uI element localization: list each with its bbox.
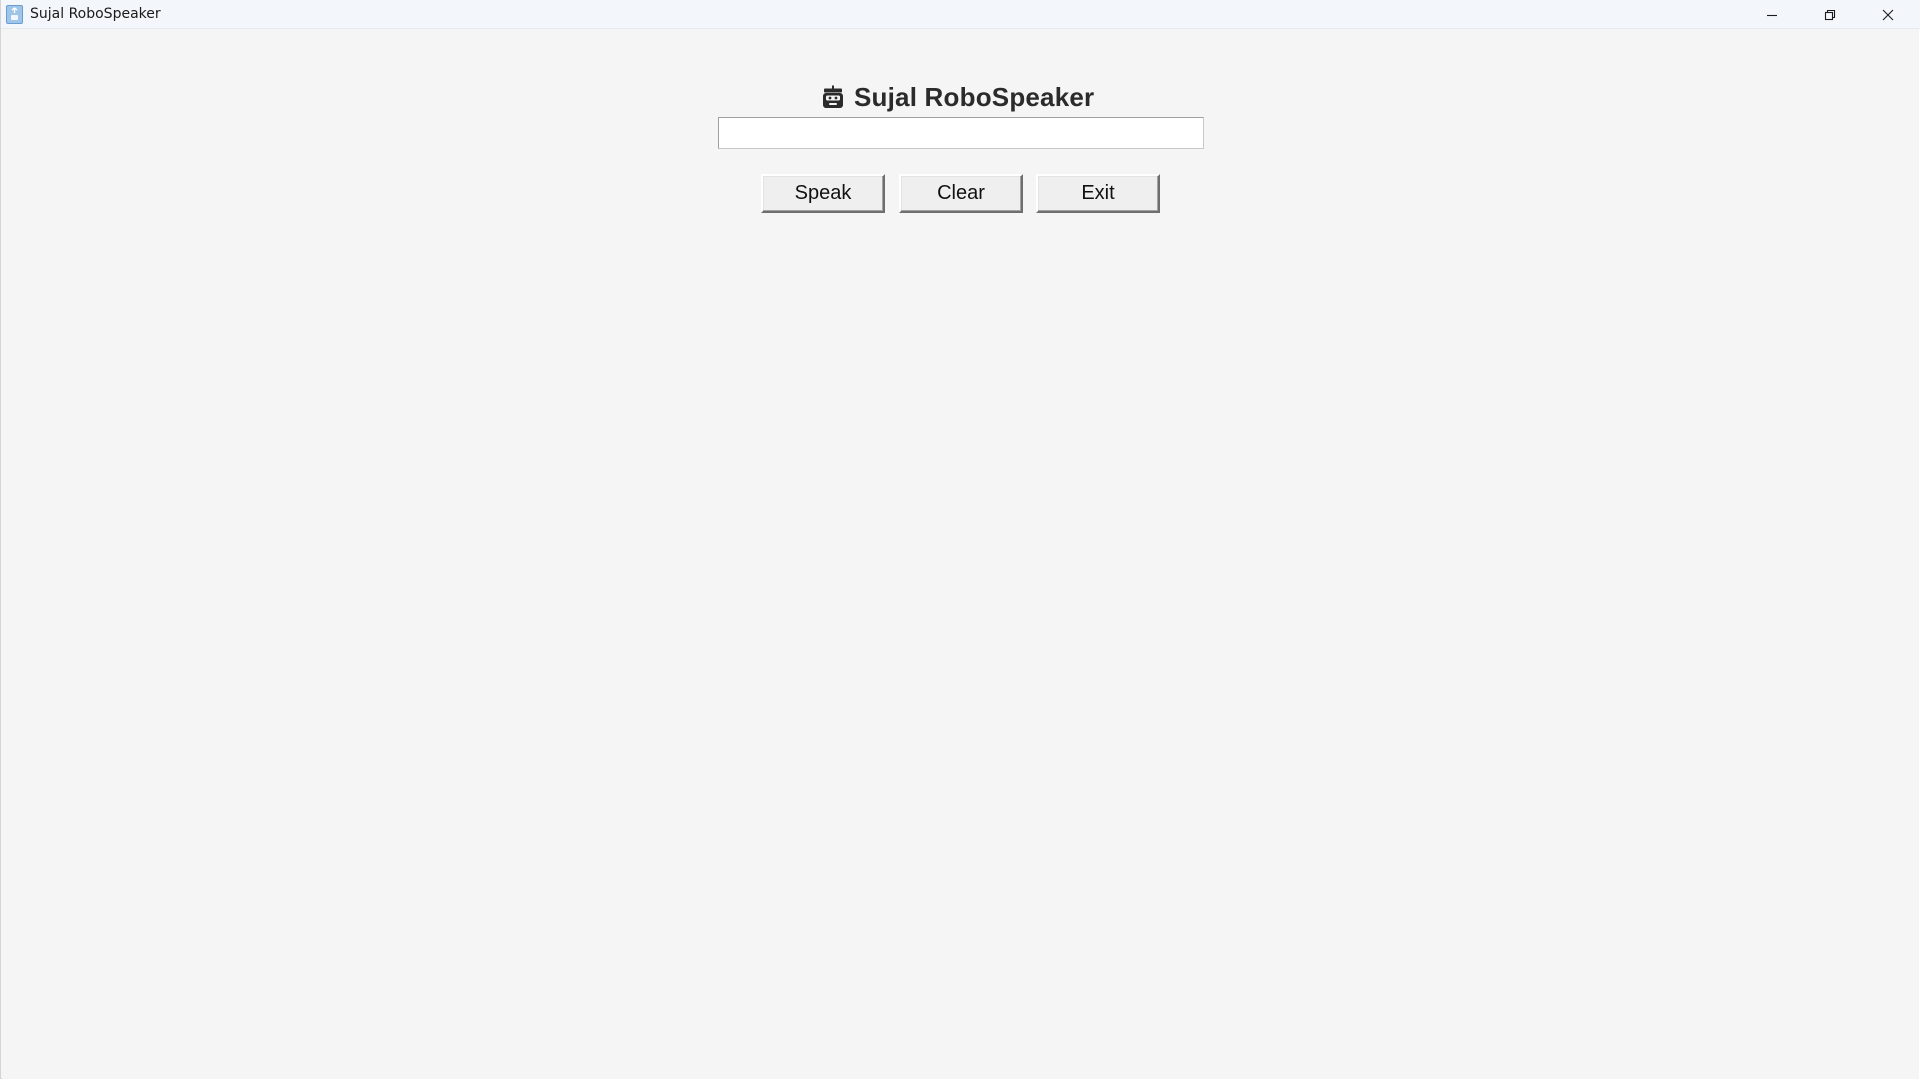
title-bar[interactable]: Sujal RoboSpeaker [1,0,1920,29]
page-heading: Sujal RoboSpeaker [822,79,1094,115]
minimize-icon [1767,14,1777,16]
app-icon [6,5,23,24]
app-window: Sujal RoboSpeaker Sujal RoboSpeaker Spea… [0,0,1920,1079]
speech-text-input[interactable] [718,117,1204,149]
maximize-button[interactable] [1801,0,1859,29]
window-title: Sujal RoboSpeaker [30,6,161,22]
client-area: Sujal RoboSpeaker Speak Clear Exit [2,29,1919,1079]
close-icon [1882,9,1894,20]
robot-icon [823,85,843,108]
page-title: Sujal RoboSpeaker [854,81,1095,112]
clear-button[interactable]: Clear [899,174,1023,213]
exit-button[interactable]: Exit [1036,174,1160,213]
close-button[interactable] [1859,0,1917,29]
speak-button[interactable]: Speak [761,174,885,213]
restore-icon [1824,9,1836,20]
minimize-button[interactable] [1743,0,1801,29]
